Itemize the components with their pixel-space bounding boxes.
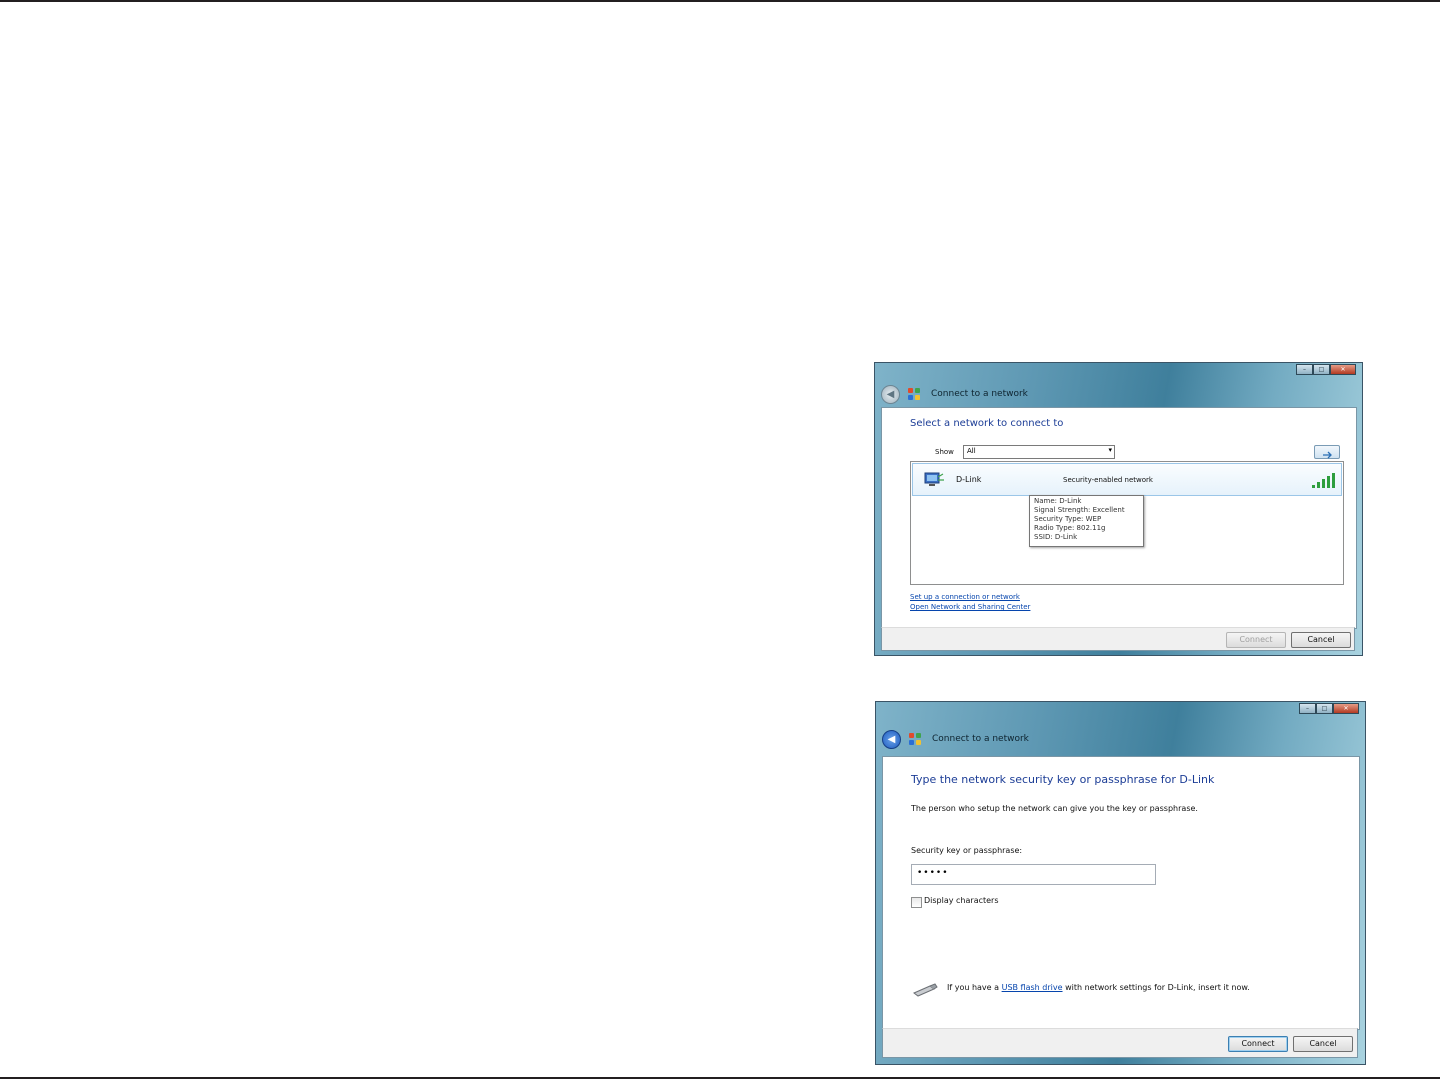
wireless-network-icon (924, 472, 944, 486)
display-characters-label: Display characters (924, 896, 999, 905)
title-bar: ◀ Connect to a network (881, 383, 1028, 405)
show-dropdown-value: All (967, 447, 976, 455)
connect-network-window-select: – □ ✕ ◀ Connect to a network Select a ne… (874, 362, 1363, 656)
connect-button[interactable]: Connect (1226, 632, 1286, 648)
network-status: Security-enabled network (1063, 476, 1153, 484)
usb-drive-icon (913, 983, 938, 997)
setup-connection-link[interactable]: Set up a connection or network (910, 593, 1020, 601)
usb-hint: If you have a USB flash drive with netwo… (947, 983, 1250, 992)
page-heading: Select a network to connect to (910, 418, 1064, 429)
network-tooltip: Name: D-Link Signal Strength: Excellent … (1029, 495, 1144, 547)
network-name: D-Link (956, 475, 982, 484)
show-dropdown[interactable]: All ▾ (963, 445, 1115, 459)
network-list-item[interactable]: D-Link Security-enabled network (912, 463, 1342, 496)
tooltip-ssid: SSID: D-Link (1034, 533, 1078, 541)
back-arrow-icon[interactable]: ◀ (881, 384, 900, 404)
tooltip-radio: Radio Type: 802.11g (1034, 524, 1106, 532)
title-bar: ◀ Connect to a network (882, 728, 1029, 750)
display-characters-checkbox[interactable] (911, 897, 922, 908)
top-rule (0, 0, 1440, 2)
refresh-button[interactable] (1314, 445, 1340, 459)
connect-button[interactable]: Connect (1228, 1036, 1288, 1052)
minimize-button[interactable]: – (1296, 364, 1313, 375)
chevron-down-icon: ▾ (1108, 446, 1112, 454)
close-button[interactable]: ✕ (1333, 703, 1359, 714)
usb-flash-drive-link[interactable]: USB flash drive (1002, 983, 1063, 992)
open-network-center-link[interactable]: Open Network and Sharing Center (910, 603, 1030, 611)
tooltip-signal: Signal Strength: Excellent (1034, 506, 1125, 514)
show-label: Show (935, 448, 954, 456)
page-heading: Type the network security key or passphr… (911, 773, 1215, 786)
signal-strength-icon (1312, 473, 1335, 488)
dialog-footer: Connect Cancel (881, 627, 1355, 651)
window-controls: – □ ✕ (1296, 364, 1356, 375)
network-icon (909, 732, 922, 746)
back-arrow-icon[interactable]: ◀ (882, 729, 901, 749)
minimize-button[interactable]: – (1299, 703, 1316, 714)
refresh-icon (1323, 451, 1332, 459)
usb-hint-suffix: with network settings for D-Link, insert… (1065, 983, 1250, 992)
description-text: The person who setup the network can giv… (911, 804, 1198, 813)
dialog-client-area: Type the network security key or passphr… (882, 756, 1360, 1030)
maximize-button[interactable]: □ (1316, 703, 1333, 714)
maximize-button[interactable]: □ (1313, 364, 1330, 375)
network-icon (908, 387, 921, 401)
usb-hint-prefix: If you have a (947, 983, 1000, 992)
dialog-footer: Connect Cancel (882, 1028, 1358, 1058)
window-title: Connect to a network (931, 389, 1028, 399)
key-label: Security key or passphrase: (911, 846, 1023, 855)
dialog-client-area: Select a network to connect to Show All … (881, 407, 1357, 629)
bottom-rule (0, 1077, 1440, 1079)
security-key-input[interactable]: ••••• (911, 864, 1156, 885)
cancel-button[interactable]: Cancel (1291, 632, 1351, 648)
connect-network-window-passphrase: – □ ✕ ◀ Connect to a network Type the ne… (875, 701, 1366, 1065)
tooltip-security: Security Type: WEP (1034, 515, 1102, 523)
security-key-value: ••••• (917, 868, 949, 878)
cancel-button[interactable]: Cancel (1293, 1036, 1353, 1052)
window-title: Connect to a network (932, 734, 1029, 744)
network-list: D-Link Security-enabled network Name: D-… (910, 461, 1344, 585)
tooltip-name: Name: D-Link (1034, 497, 1082, 505)
window-controls: – □ ✕ (1299, 703, 1359, 714)
close-button[interactable]: ✕ (1330, 364, 1356, 375)
